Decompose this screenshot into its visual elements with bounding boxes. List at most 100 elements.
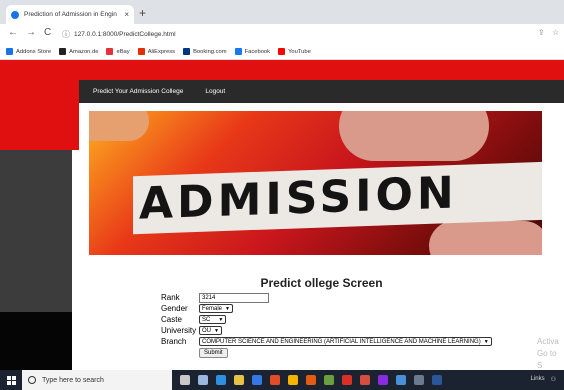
branch-label: Branch <box>161 337 187 346</box>
chevron-down-icon: ▼ <box>483 338 489 345</box>
watermark-line2: Go to S <box>537 349 557 370</box>
bookmark-icon <box>137 48 145 55</box>
university-select[interactable]: OU ▼ <box>199 326 222 335</box>
bookmark-label: YouTube <box>288 48 311 55</box>
chevron-down-icon: ▼ <box>225 305 230 312</box>
bookmark-item[interactable]: YouTube <box>278 48 311 55</box>
bookmark-label: Booking.com <box>193 48 227 55</box>
web-page: Predict Your Admission College Logout AD… <box>0 60 564 370</box>
app-icon[interactable] <box>414 375 424 385</box>
bookmark-icon <box>234 48 242 55</box>
caste-select[interactable]: SC ▼ <box>199 315 227 324</box>
bookmark-item[interactable]: Booking.com <box>183 48 227 55</box>
pdf-icon[interactable] <box>342 375 352 385</box>
search-icon <box>28 376 36 384</box>
firefox-icon[interactable] <box>306 375 316 385</box>
caste-row: Caste SC ▼ <box>161 314 492 325</box>
branch-select[interactable]: COMPUTER SCIENCE AND ENGINEERING (ARTIFI… <box>199 337 492 346</box>
url-field[interactable]: ⓘ 127.0.0.1:8000/PredictCollege.html <box>62 27 532 41</box>
bookmark-label: Facebook <box>244 48 271 55</box>
reload-button[interactable]: C <box>44 27 51 38</box>
tab-title: Prediction of Admission in Engin <box>24 11 117 18</box>
forward-button[interactable]: → <box>26 27 36 38</box>
bookmark-icon <box>183 48 191 55</box>
browser-tab-bar: Prediction of Admission in Engin × + <box>0 0 564 24</box>
taskbar-search[interactable]: Type here to search <box>22 370 172 390</box>
rank-label: Rank <box>161 293 180 302</box>
branch-row: Branch COMPUTER SCIENCE AND ENGINEERING … <box>161 336 492 347</box>
new-tab-button[interactable]: + <box>139 6 146 20</box>
star-icon[interactable]: ☆ <box>552 28 559 37</box>
bookmark-item[interactable]: Facebook <box>234 48 271 55</box>
bookmark-item[interactable]: AliExpress <box>137 48 176 55</box>
activation-watermark: Activa Go to S <box>537 336 564 372</box>
share-icon[interactable]: ⇪ <box>538 28 545 37</box>
mic-icon[interactable] <box>180 375 190 385</box>
tab-close-icon[interactable]: × <box>124 10 129 19</box>
rank-row: Rank 3214 <box>161 292 492 303</box>
tray-links[interactable]: Links <box>531 376 545 383</box>
chrome-icon[interactable] <box>288 375 298 385</box>
hand-shape <box>89 111 149 141</box>
left-dark-band <box>0 150 72 312</box>
university-value: OU <box>202 327 211 334</box>
caste-value: SC <box>202 316 211 323</box>
admission-banner-image: ADMISSION <box>89 111 542 255</box>
gender-label: Gender <box>161 304 188 313</box>
gender-row: Gender Female ▼ <box>161 303 492 314</box>
chevron-down-icon: ▼ <box>214 327 219 334</box>
gender-value: Female <box>202 305 223 312</box>
caste-label: Caste <box>161 315 182 324</box>
app-icon[interactable] <box>270 375 280 385</box>
bookmark-item[interactable]: eBay <box>106 48 130 55</box>
university-label: University <box>161 326 197 335</box>
url-text: 127.0.0.1:8000/PredictCollege.html <box>74 30 176 38</box>
system-tray: Links ⚇ <box>525 376 556 383</box>
bookmark-icon <box>106 48 114 55</box>
bookmark-label: AliExpress <box>147 48 176 55</box>
taskbar-search-placeholder: Type here to search <box>42 376 104 384</box>
hand-shape <box>339 111 489 161</box>
info-icon: ⓘ <box>62 29 70 39</box>
main-content: Predict Your Admission College Logout AD… <box>79 80 564 370</box>
app-icon[interactable] <box>396 375 406 385</box>
gender-select[interactable]: Female ▼ <box>199 304 233 313</box>
app-icon[interactable] <box>324 375 334 385</box>
bookmark-label: eBay <box>116 48 130 55</box>
page-title: Predict ollege Screen <box>260 276 383 290</box>
submit-button[interactable]: Submit <box>199 348 228 358</box>
people-icon[interactable]: ⚇ <box>551 376 556 383</box>
edge-icon[interactable] <box>216 375 226 385</box>
university-row: University OU ▼ <box>161 325 492 336</box>
hand-shape <box>429 221 542 255</box>
taskbar: Type here to search Links ⚇ <box>0 370 564 390</box>
app-icon[interactable] <box>378 375 388 385</box>
rank-input[interactable]: 3214 <box>199 292 269 303</box>
branch-value: COMPUTER SCIENCE AND ENGINEERING (ARTIFI… <box>202 338 481 345</box>
left-black-band <box>0 312 72 370</box>
bookmark-label: Amazon.de <box>69 48 99 55</box>
start-button[interactable] <box>0 370 22 390</box>
store-icon[interactable] <box>252 375 262 385</box>
bookmarks-bar: Addons Store Amazon.de eBay AliExpress Booki… <box>0 44 564 60</box>
bookmark-icon <box>6 48 13 55</box>
bookmark-item[interactable]: Addons Store <box>6 48 51 55</box>
watermark-line1: Activa <box>537 337 559 346</box>
address-bar-row: ← → C ⓘ 127.0.0.1:8000/PredictCollege.ht… <box>0 24 564 44</box>
bookmark-item[interactable]: Amazon.de <box>59 48 98 55</box>
browser-tab[interactable]: Prediction of Admission in Engin × <box>6 5 134 24</box>
nav-logout-link[interactable]: Logout <box>205 88 225 95</box>
bookmark-label: Addons Store <box>16 48 52 55</box>
bookmark-icon <box>278 48 286 55</box>
powerpoint-icon[interactable] <box>360 375 370 385</box>
word-icon[interactable] <box>432 375 442 385</box>
taskbar-apps <box>180 375 450 385</box>
back-button[interactable]: ← <box>8 27 18 38</box>
nav-predict-link[interactable]: Predict Your Admission College <box>93 88 183 95</box>
folder-icon[interactable] <box>234 375 244 385</box>
bookmark-icon <box>59 48 67 55</box>
windows-icon <box>6 375 16 385</box>
task-view-icon[interactable] <box>198 375 208 385</box>
chevron-down-icon: ▼ <box>218 316 224 323</box>
globe-icon <box>11 10 19 19</box>
